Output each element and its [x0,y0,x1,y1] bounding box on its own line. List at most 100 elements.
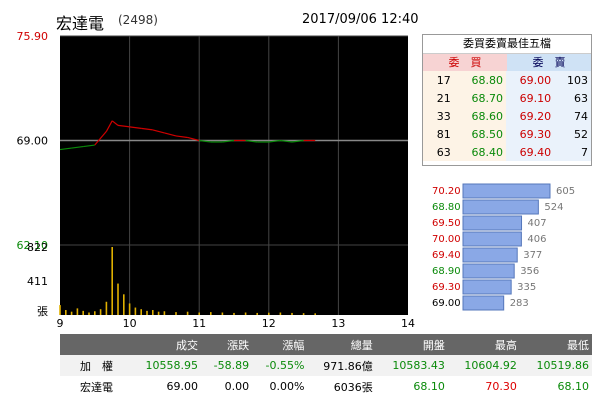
volume-bar [146,310,148,315]
row-label: 加 權 [60,355,129,376]
distribution-price-label: 69.50 [432,218,461,229]
volume-bar [70,311,73,315]
row-label: 宏達電 [80,380,113,394]
distribution-price-label: 69.30 [432,282,461,293]
volume-bar [186,311,189,315]
cell: 10604.92 [447,355,520,376]
cell: 69.00 [166,380,199,393]
ask-price: 69.30 [505,125,555,143]
volume-bar [65,310,67,315]
x-tick-label: 10 [123,317,137,330]
order-book-title: 委買委賣最佳五檔 [423,35,591,54]
distribution-bar [462,215,523,231]
distribution-volume-label: 356 [520,266,539,277]
cell: 6036張 [333,380,373,394]
distribution-price-label: 69.40 [432,250,461,261]
distribution-price-label: 70.00 [432,234,461,245]
summary-header: 漲跌 [201,334,253,355]
cell: 971.86億 [307,355,376,376]
bid-size: 21 [423,89,454,107]
volume-bar [128,303,131,315]
volume-bar [279,312,282,315]
volume-bar [123,294,125,315]
summary-header: 最低 [519,334,592,355]
volume-bar [256,312,258,315]
distribution-volume-label: 524 [544,202,563,213]
x-tick-label: 9 [57,317,64,330]
volume-unit-label: 張 [37,305,48,318]
distribution-volume-label: 335 [517,282,536,293]
ask-size: 103 [554,71,591,89]
volume-bar [88,312,90,315]
volume-bar [198,312,200,315]
distribution-bar [462,279,512,295]
x-tick-label: 12 [262,317,276,330]
bid-price: 68.50 [453,125,506,143]
volume-bar [302,313,305,315]
order-book-row: 17 68.80 69.00 103 [423,71,591,89]
volume-bar [59,305,61,315]
x-tick-label: 13 [331,317,345,330]
ask-price: 69.00 [505,71,555,89]
distribution-price-label: 69.00 [432,298,461,309]
cell: -58.89 [201,355,253,376]
distribution-bar [462,199,539,215]
volume-bar [210,312,212,315]
summary-header: 成交 [128,334,202,355]
summary-header [60,334,129,355]
volume-bar [163,311,166,315]
ask-size: 63 [554,89,591,107]
bid-size: 81 [423,125,454,143]
cell: 10583.43 [375,355,448,376]
volume-bar [99,309,102,315]
distribution-volume-label: 406 [527,234,546,245]
ask-price: 69.40 [505,143,555,161]
cell: 10558.95 [128,355,202,376]
volume-bar [117,283,119,315]
summary-table: 成交 漲跌 漲幅 總量 開盤 最高 最低 加 權 10558.95 -58.89… [60,334,592,397]
order-book-row: 81 68.50 69.30 52 [423,125,591,143]
volume-bar [140,309,142,315]
order-book-row: 33 68.60 69.20 74 [423,107,591,125]
distribution-bar [462,263,515,279]
order-book-row: 63 68.40 69.40 7 [423,143,591,161]
ask-size: 7 [554,143,591,161]
distribution-bar [462,231,522,247]
summary-header-row: 成交 漲跌 漲幅 總量 開盤 最高 最低 [60,334,592,355]
ask-price: 69.20 [505,107,555,125]
volume-bar [152,310,154,315]
bid-size: 17 [423,71,454,89]
volume-tick-label: 411 [27,275,48,288]
order-book-row: 21 68.70 69.10 63 [423,89,591,107]
volume-bar [314,313,316,315]
bid-size: 33 [423,107,454,125]
volume-bar [175,312,177,315]
distribution-volume-label: 407 [528,218,547,229]
cell: -0.55% [252,355,308,376]
distribution-price-label: 70.20 [432,186,461,197]
ask-size: 74 [554,107,591,125]
bid-price: 68.60 [453,107,506,125]
y-tick-label: 69.00 [17,135,49,148]
x-tick-label: 14 [401,317,415,330]
distribution-bar [462,295,505,311]
cell: 0.00 [224,380,250,393]
distribution-volume-label: 283 [510,298,529,309]
volume-tick-label: 822 [27,241,48,254]
volume-bar [268,312,270,315]
bid-price: 68.40 [453,143,506,161]
volume-bar [105,301,108,315]
volume-bar [233,312,235,315]
volume-bar [134,307,137,315]
distribution-volume-label: 605 [556,186,575,197]
cell: 10519.86 [519,355,592,376]
bid-price: 68.80 [453,71,506,89]
ask-header: 委 賣 [507,54,591,71]
cell: 0.00% [269,380,305,393]
volume-bar [244,312,247,315]
summary-header: 最高 [447,334,520,355]
distribution-price-label: 68.90 [432,266,461,277]
order-book: 委買委賣最佳五檔 委 買 委 賣 17 68.80 69.00 103 21 68.70… [422,34,592,166]
cell: 68.10 [557,380,590,393]
bid-size: 63 [423,143,454,161]
